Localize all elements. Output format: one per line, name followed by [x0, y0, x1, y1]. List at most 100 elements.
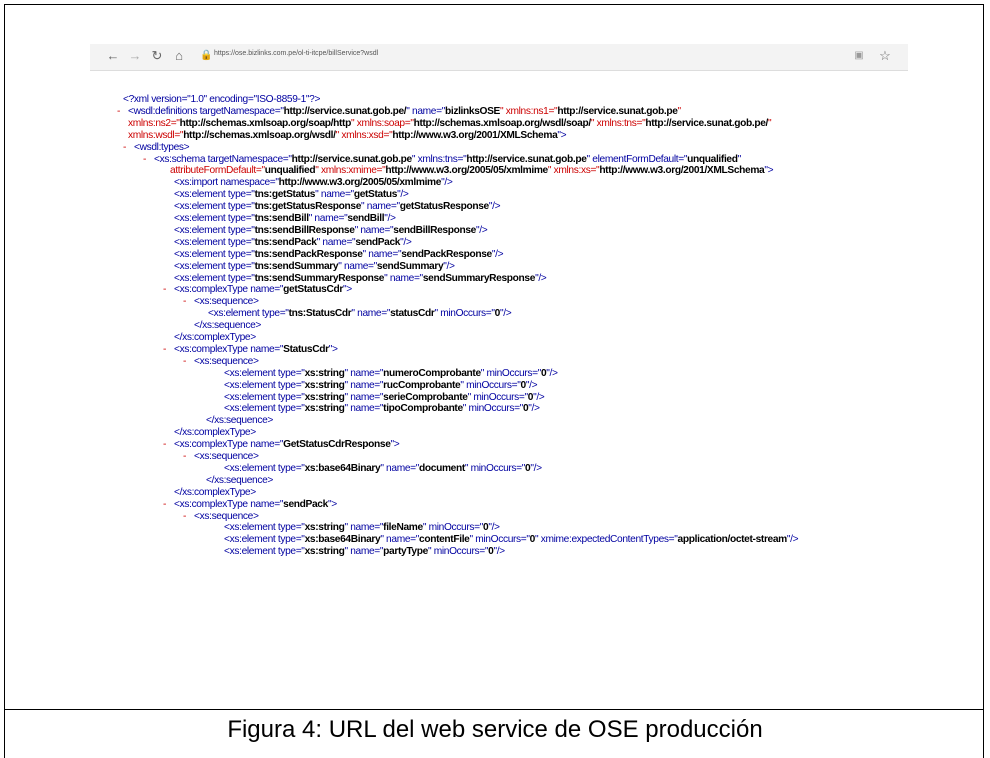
schema-line: - <xs:schema targetNamespace="http://serv…	[143, 153, 741, 166]
xml-token: http://service.sunat.gob.pe/	[283, 105, 407, 117]
xml-token: <xs:element type="	[224, 367, 305, 379]
xml-token: unqualified	[687, 153, 738, 165]
xml-token: <xs:sequence>	[194, 355, 259, 367]
xml-token: application/octet-stream	[677, 534, 788, 546]
xml-token: tipoComprobante	[383, 403, 463, 415]
complextype-close-line: </xs:complexType>	[174, 427, 256, 439]
import-line: <xs:import namespace="http://www.w3.org/…	[174, 177, 453, 189]
xml-token: <xs:element type="	[174, 248, 255, 260]
xml-token: sendSummary	[376, 260, 444, 272]
xml-token: <xs:complexType name="	[174, 343, 284, 355]
xml-token: " xmlns:ns1="	[500, 105, 558, 117]
xml-token: " elementFormDefault="	[586, 153, 688, 165]
xml-token: tns:sendPack	[254, 236, 317, 248]
collapse-toggle[interactable]: -	[163, 439, 166, 451]
favorite-star-icon[interactable]: ☆	[876, 47, 894, 65]
xml-token: <xs:element type="	[224, 534, 305, 546]
xml-token: document	[419, 462, 465, 474]
xml-token: "/>	[441, 177, 453, 189]
definitions-line-2: xmlns:ns2="http://schemas.xmlsoap.org/so…	[128, 117, 772, 130]
xml-token: sendBillResponse	[393, 224, 476, 236]
xml-token: http://service.sunat.gob.pe	[557, 105, 678, 117]
xml-token: getStatusResponse	[399, 201, 490, 213]
complextype-line: - <xs:complexType name="GetStatusCdrRespo…	[163, 439, 400, 451]
xml-token: xmlns:wsdl="	[128, 129, 184, 141]
xml-token: tns:getStatus	[254, 189, 316, 201]
xml-token: <xs:sequence>	[194, 451, 259, 462]
reading-view-icon[interactable]: ▣	[852, 47, 866, 65]
collapse-toggle[interactable]: -	[183, 451, 186, 463]
element-line: <xs:element type="tns:sendBill" name="se…	[174, 213, 396, 225]
xml-token: " name="	[338, 260, 377, 272]
xml-token: numeroComprobante	[383, 367, 481, 379]
forward-arrow-icon[interactable]: →	[126, 47, 144, 65]
xml-token: getStatusCdr	[283, 284, 343, 296]
home-icon[interactable]: ⌂	[170, 47, 188, 65]
element-line: <xs:element type="tns:getStatus" name="g…	[174, 189, 409, 201]
xml-token: tns:sendSummaryResponse	[254, 272, 385, 284]
complextype-line: - <xs:complexType name="sendPack">	[163, 498, 337, 511]
xml-token: sendPack	[355, 236, 401, 248]
complextype-close-line: </xs:complexType>	[174, 487, 256, 499]
xml-token: <xs:element type="	[224, 522, 305, 534]
sequence-close-line: </xs:sequence>	[194, 320, 261, 332]
collapse-toggle[interactable]: -	[117, 106, 120, 118]
collapse-toggle[interactable]: -	[163, 344, 166, 356]
xml-token: partyType	[383, 546, 428, 558]
collapse-toggle[interactable]: -	[123, 142, 126, 154]
element-line: <xs:element type="xs:string" name="fileN…	[224, 522, 500, 534]
browser-toolbar: ← → ↻ ⌂ 🔒 https://ose.bizlinks.com.pe/ol…	[90, 44, 908, 71]
xml-token: "/>	[525, 379, 538, 391]
xml-token: http://service.sunat.gob.pe/	[645, 117, 769, 129]
element-line: <xs:element type="tns:sendSummaryRespons…	[174, 272, 547, 285]
xml-token: <xs:element type="	[224, 391, 305, 403]
xml-token: contentFile	[419, 534, 470, 546]
collapse-toggle[interactable]: -	[143, 154, 146, 166]
collapse-toggle[interactable]: -	[163, 284, 166, 296]
xml-token: http://www.w3.org/2005/05/xmlmime	[278, 177, 442, 189]
xml-token: " name="	[308, 213, 348, 224]
address-url[interactable]: https://ose.bizlinks.com.pe/ol-ti-itcpe/…	[214, 50, 378, 57]
element-line: <xs:element type="tns:sendBillResponse" …	[174, 224, 488, 237]
xml-token: tns:sendBill	[254, 213, 309, 224]
collapse-toggle[interactable]: -	[183, 511, 186, 523]
collapse-toggle[interactable]: -	[163, 499, 166, 511]
xml-token: "/>	[488, 201, 501, 213]
xml-token: "/>	[533, 391, 545, 403]
xml-token: </xs:complexType>	[174, 427, 256, 439]
xml-token: " xmlns:xs="	[547, 165, 600, 177]
xml-token: " name="	[344, 546, 384, 558]
element-line: <xs:element type="xs:string" name="serie…	[224, 391, 545, 404]
xml-token: xs:string	[304, 367, 345, 379]
xml-token: " minOccurs="	[464, 462, 526, 474]
collapse-toggle[interactable]: -	[183, 296, 186, 308]
reload-icon[interactable]: ↻	[148, 47, 166, 65]
xml-token: xs:string	[304, 522, 345, 534]
xml-token: " minOccurs="	[434, 308, 496, 320]
address-bar[interactable]: 🔒 https://ose.bizlinks.com.pe/ol-ti-itcp…	[196, 48, 844, 65]
xml-token: " name="	[315, 189, 354, 201]
xml-token: "/>	[476, 224, 488, 236]
back-arrow-icon[interactable]: ←	[104, 47, 122, 65]
xml-token: " name="	[351, 308, 391, 320]
figure-caption: Figura 4: URL del web service de OSE pro…	[227, 716, 763, 743]
element-line: <xs:element type="tns:getStatusResponse"…	[174, 201, 501, 213]
xml-token: ">	[327, 498, 337, 510]
collapse-toggle[interactable]: -	[183, 356, 186, 368]
xml-token: <wsdl:types>	[134, 141, 190, 153]
xml-token: " xmlns:tns="	[411, 153, 467, 165]
xml-token: " xmlns:soap="	[350, 117, 414, 129]
element-line: <xs:element type="xs:base64Binary" name=…	[224, 534, 799, 546]
xml-token: "/>	[491, 248, 504, 260]
xml-token: http://www.w3.org/2001/XMLSchema	[599, 165, 765, 177]
xml-token: <wsdl:definitions targetNamespace="	[128, 105, 284, 117]
xml-token: " name="	[344, 379, 384, 391]
xml-token: xs:string	[304, 403, 345, 415]
xml-token: attributeFormDefault="	[170, 165, 265, 177]
xml-token: xs:string	[304, 379, 345, 391]
sequence-line: - <xs:sequence>	[183, 355, 259, 368]
xml-token: " name="	[380, 462, 420, 474]
xml-token: bizlinksOSE	[444, 105, 500, 117]
xml-token: ">	[557, 129, 567, 141]
xml-token: http://www.w3.org/2005/05/xmlmime	[385, 165, 548, 177]
